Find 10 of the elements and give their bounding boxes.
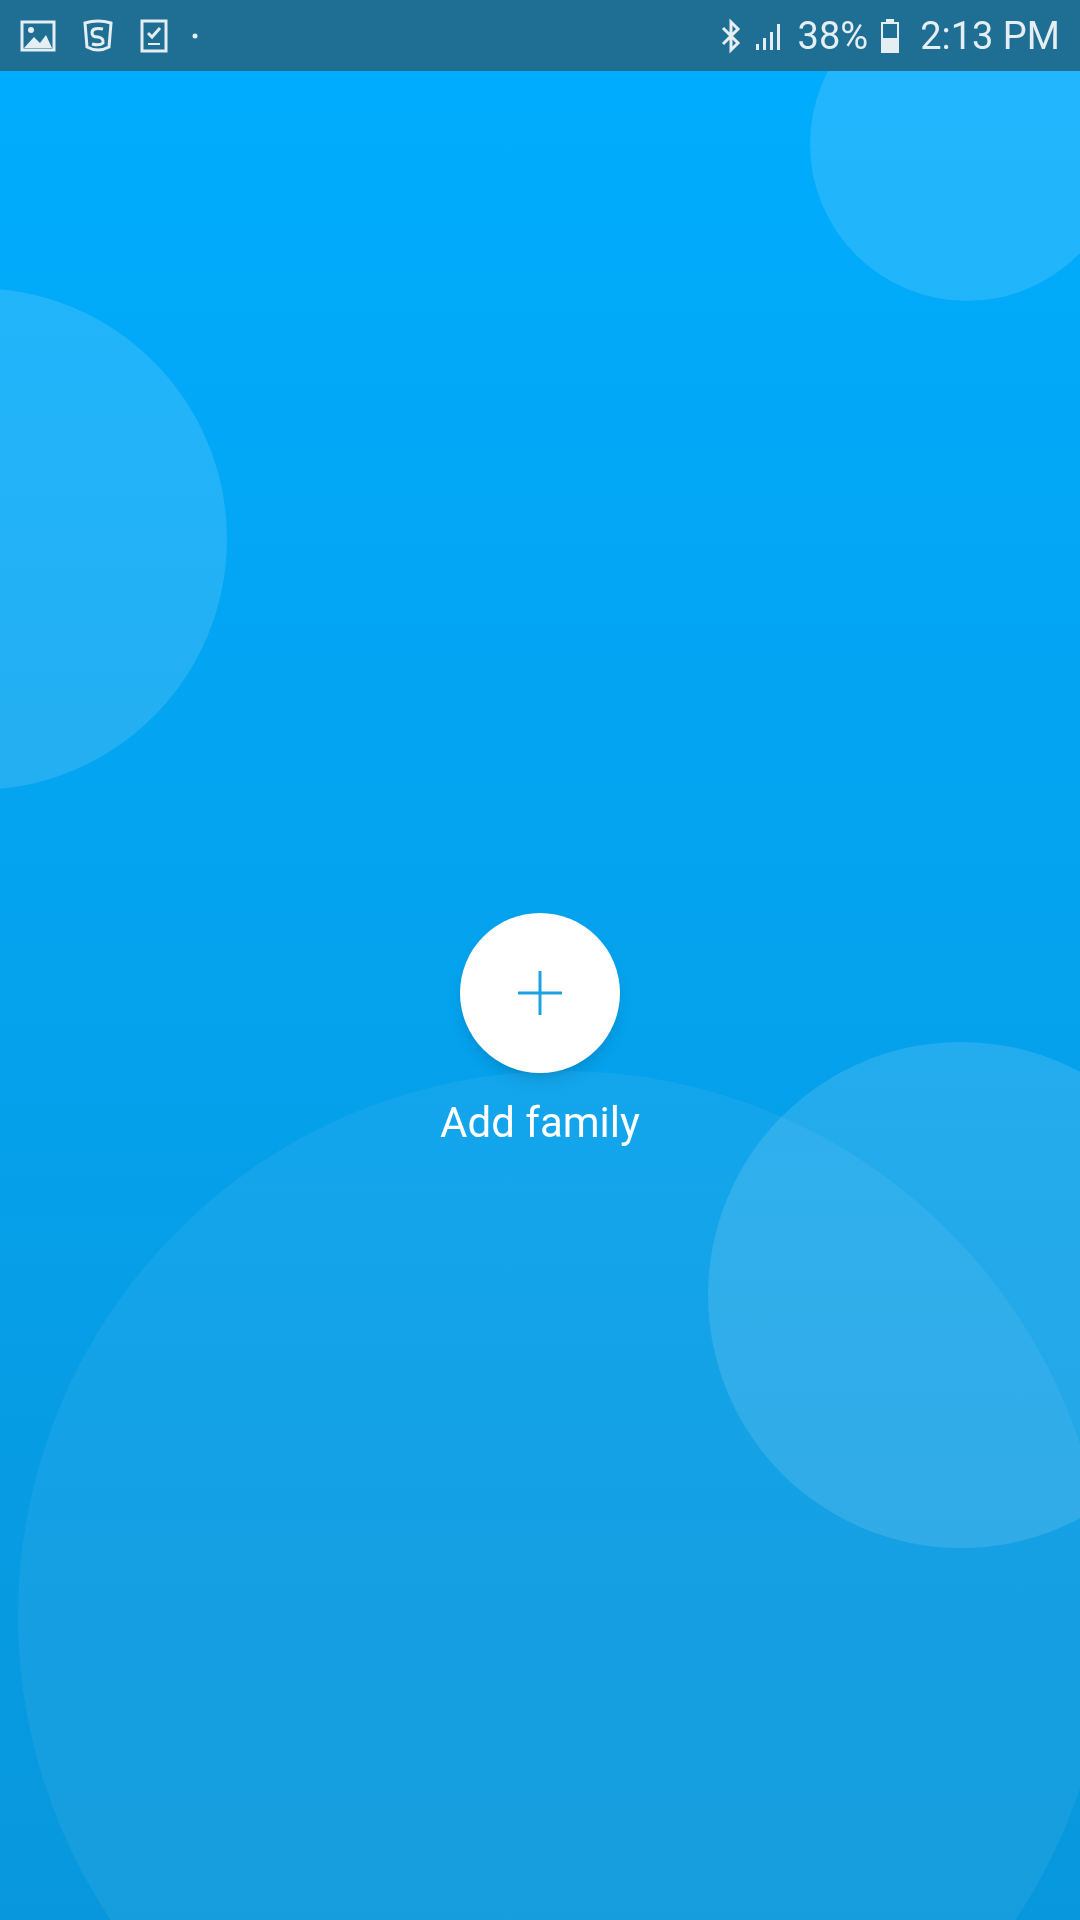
app-icon xyxy=(80,18,116,53)
clock-time: 2:13 PM xyxy=(920,16,1060,55)
battery-percent: 38% xyxy=(797,16,869,55)
add-family-label: Add family xyxy=(440,1097,640,1149)
bluetooth-icon xyxy=(719,17,742,54)
battery-icon xyxy=(880,17,901,54)
plus-icon xyxy=(518,971,562,1015)
dot-icon xyxy=(192,32,198,39)
clipboard-check-icon xyxy=(140,18,168,53)
image-icon xyxy=(20,19,56,52)
